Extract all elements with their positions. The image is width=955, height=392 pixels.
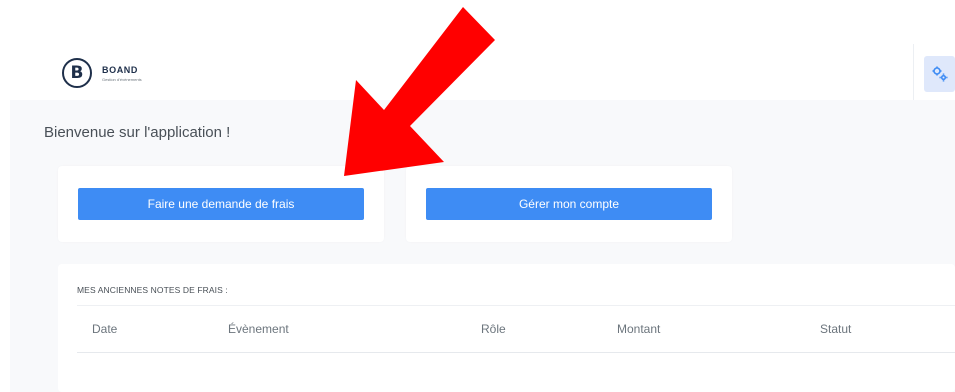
column-header-event[interactable]: Évènement [228, 322, 289, 336]
manage-account-card: Gérer mon compte [406, 166, 732, 242]
logo[interactable]: B BOAND Gestion d'évènements [62, 58, 142, 88]
manage-account-button[interactable]: Gérer mon compte [426, 188, 712, 220]
logo-name: BOAND [102, 64, 138, 75]
gears-icon [932, 66, 947, 82]
table-header-divider [77, 352, 955, 353]
table-divider [77, 305, 955, 306]
top-header: B BOAND Gestion d'évènements [0, 0, 955, 100]
column-header-status[interactable]: Statut [820, 322, 851, 336]
logo-mark-icon: B [62, 58, 92, 88]
request-expense-card: Faire une demande de frais [58, 166, 384, 242]
expenses-table-title: MES ANCIENNES NOTES DE FRAIS : [77, 285, 228, 295]
settings-button[interactable] [924, 56, 955, 92]
column-header-date[interactable]: Date [92, 322, 117, 336]
column-header-role[interactable]: Rôle [481, 322, 506, 336]
logo-letter: B [70, 63, 84, 83]
logo-text: BOAND Gestion d'évènements [102, 65, 142, 82]
request-expense-button[interactable]: Faire une demande de frais [78, 188, 364, 220]
logo-subtitle: Gestion d'évènements [102, 76, 142, 82]
column-header-amount[interactable]: Montant [617, 322, 660, 336]
page: B BOAND Gestion d'évènements Bienvenue s… [0, 0, 955, 392]
welcome-heading: Bienvenue sur l'application ! [44, 124, 231, 141]
expenses-table-card: MES ANCIENNES NOTES DE FRAIS : Date Évèn… [58, 264, 955, 392]
main-content: Bienvenue sur l'application ! Faire une … [10, 100, 955, 392]
header-divider [913, 44, 914, 100]
